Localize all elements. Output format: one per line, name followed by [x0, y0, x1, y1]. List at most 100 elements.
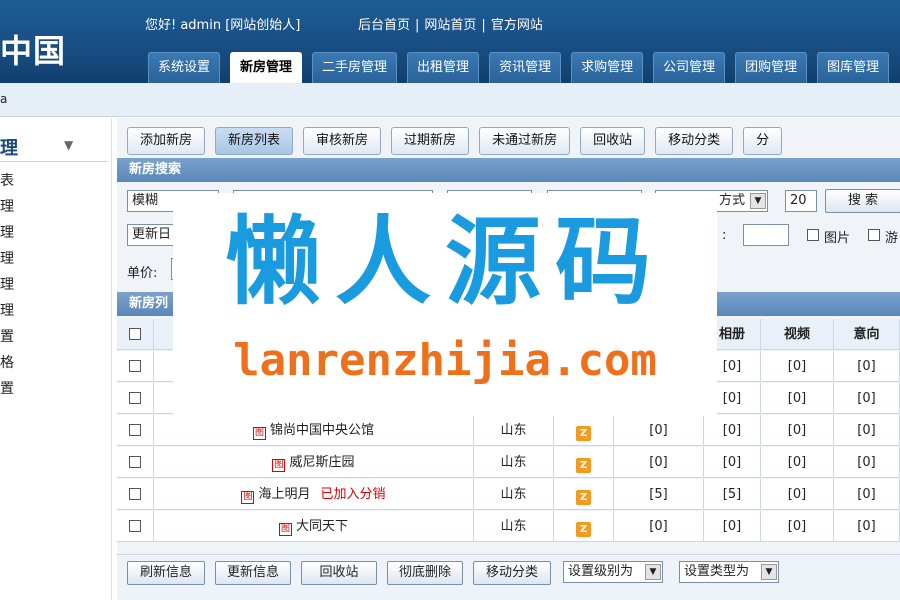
- sidebar: 理 ▼ 表 理 理 理 理 理 置 格 置: [0, 118, 112, 600]
- image-tag-icon: 图: [272, 459, 286, 472]
- subtab-rejected[interactable]: 未通过新房: [479, 127, 571, 155]
- tab-second-hand[interactable]: 二手房管理: [312, 52, 398, 83]
- row-checkbox[interactable]: [129, 456, 141, 468]
- move-category-button[interactable]: 移动分类: [473, 561, 551, 585]
- row-album-cell: [5]: [704, 479, 761, 510]
- row-z-cell: Z: [554, 479, 614, 510]
- sidebar-header[interactable]: 理 ▼: [0, 132, 108, 162]
- sidebar-item[interactable]: 置: [0, 326, 14, 346]
- number-input[interactable]: [743, 224, 789, 246]
- top-links: 后台首页 | 网站首页 | 官方网站: [358, 14, 543, 33]
- link-site-home[interactable]: 网站首页: [424, 18, 476, 33]
- row-select-cell: [117, 415, 154, 446]
- subtab-add[interactable]: 添加新房: [127, 127, 206, 155]
- subtab-more[interactable]: 分: [743, 127, 783, 155]
- page-size-input[interactable]: 20: [785, 190, 817, 212]
- set-level-select[interactable]: 设置级别为 ▼: [563, 561, 663, 583]
- sidebar-item[interactable]: 理: [0, 248, 14, 268]
- row-checkbox[interactable]: [129, 488, 141, 500]
- tab-new-house[interactable]: 新房管理: [230, 52, 303, 83]
- link-admin-home[interactable]: 后台首页: [358, 18, 410, 33]
- sidebar-item[interactable]: 格: [0, 352, 14, 372]
- tab-gallery[interactable]: 图库管理: [817, 52, 890, 83]
- header-intent: 意向: [834, 319, 900, 350]
- row-region-cell: 山东: [474, 479, 554, 510]
- subtab-recycle[interactable]: 回收站: [580, 127, 646, 155]
- refresh-info-button[interactable]: 刷新信息: [127, 561, 205, 585]
- row-c1-cell: [0]: [614, 415, 704, 446]
- row-intent-cell: [0]: [834, 511, 900, 542]
- row-checkbox[interactable]: [129, 360, 141, 372]
- dropdown-arrow-icon: ▼: [750, 193, 766, 209]
- admin-page: 中国 您好! admin [网站创始人] 后台首页 | 网站首页 | 官方网站 系统设置…: [0, 0, 900, 600]
- tour-checkbox[interactable]: [868, 229, 880, 241]
- sidebar-item[interactable]: 置: [0, 378, 14, 398]
- permanent-delete-button[interactable]: 彻底删除: [387, 561, 463, 585]
- row-region-cell: 山东: [474, 447, 554, 478]
- update-info-button[interactable]: 更新信息: [215, 561, 291, 585]
- row-video-cell: [0]: [761, 383, 834, 414]
- subtab-move[interactable]: 移动分类: [655, 127, 734, 155]
- recycle-button[interactable]: 回收站: [301, 561, 377, 585]
- row-checkbox[interactable]: [129, 520, 141, 532]
- tab-system-settings[interactable]: 系统设置: [148, 52, 221, 83]
- row-c1-cell: [0]: [614, 447, 704, 478]
- tab-wanted[interactable]: 求购管理: [571, 52, 644, 83]
- image-checkbox[interactable]: [807, 229, 819, 241]
- search-button[interactable]: 搜 索: [825, 189, 900, 213]
- distribution-tag: 已加入分销: [320, 487, 386, 502]
- subbar-text: a: [0, 92, 8, 106]
- tab-rental[interactable]: 出租管理: [407, 52, 480, 83]
- link-separator: |: [415, 18, 420, 33]
- update-time-value: 更新日: [132, 227, 172, 242]
- subtab-expired[interactable]: 过期新房: [391, 127, 470, 155]
- row-intent-cell: [0]: [834, 351, 900, 382]
- z-badge-icon[interactable]: Z: [576, 426, 591, 441]
- row-region-cell: 山东: [474, 415, 554, 446]
- sidebar-item[interactable]: 表: [0, 170, 14, 190]
- link-separator: |: [481, 18, 486, 33]
- fuzzy-select-value: 模糊: [132, 193, 159, 208]
- main-nav-tabs: 系统设置 新房管理 二手房管理 出租管理 资讯管理 求购管理 公司管理 团购管理…: [148, 52, 899, 83]
- subtab-list[interactable]: 新房列表: [215, 127, 294, 155]
- row-intent-cell: [0]: [834, 447, 900, 478]
- sidebar-item[interactable]: 理: [0, 196, 14, 216]
- set-type-select[interactable]: 设置类型为 ▼: [679, 561, 779, 583]
- watermark-en: lanrenzhijia.com: [233, 335, 657, 386]
- row-z-cell: Z: [554, 511, 614, 542]
- sidebar-item[interactable]: 理: [0, 300, 14, 320]
- price-label: 单价:: [127, 266, 158, 281]
- row-intent-cell: [0]: [834, 479, 900, 510]
- z-badge-icon[interactable]: Z: [576, 490, 591, 505]
- sidebar-title: 理: [0, 138, 18, 159]
- tab-news[interactable]: 资讯管理: [489, 52, 562, 83]
- watermark-cn: 懒人源码: [225, 206, 665, 318]
- tab-group-buy[interactable]: 团购管理: [735, 52, 808, 83]
- house-name-link[interactable]: 大同天下: [296, 519, 348, 534]
- row-checkbox[interactable]: [129, 392, 141, 404]
- set-level-value: 设置级别为: [568, 564, 634, 579]
- house-name-link[interactable]: 威尼斯庄园: [289, 455, 354, 470]
- chevron-down-icon[interactable]: ▼: [64, 138, 73, 152]
- sidebar-item[interactable]: 理: [0, 274, 14, 294]
- z-badge-icon[interactable]: Z: [576, 522, 591, 537]
- sidebar-item[interactable]: 理: [0, 222, 14, 242]
- dropdown-arrow-icon: ▼: [761, 564, 777, 580]
- site-logo[interactable]: 中国: [0, 26, 66, 72]
- tour-checkbox-label: 游: [885, 231, 899, 246]
- link-official-site[interactable]: 官方网站: [491, 18, 543, 33]
- row-album-cell: [0]: [704, 511, 761, 542]
- row-select-cell: [117, 383, 154, 414]
- set-type-value: 设置类型为: [684, 564, 750, 579]
- row-checkbox[interactable]: [129, 424, 141, 436]
- row-video-cell: [0]: [761, 415, 834, 446]
- row-intent-cell: [0]: [834, 415, 900, 446]
- select-all-checkbox[interactable]: [129, 328, 141, 340]
- z-badge-icon[interactable]: Z: [576, 458, 591, 473]
- header-video: 视频: [761, 319, 834, 350]
- tab-company[interactable]: 公司管理: [653, 52, 726, 83]
- select-all-cell: [117, 319, 154, 350]
- house-name-link[interactable]: 海上明月: [258, 487, 310, 502]
- subtab-review[interactable]: 审核新房: [303, 127, 382, 155]
- house-name-link[interactable]: 锦尚中国中央公馆: [270, 423, 374, 438]
